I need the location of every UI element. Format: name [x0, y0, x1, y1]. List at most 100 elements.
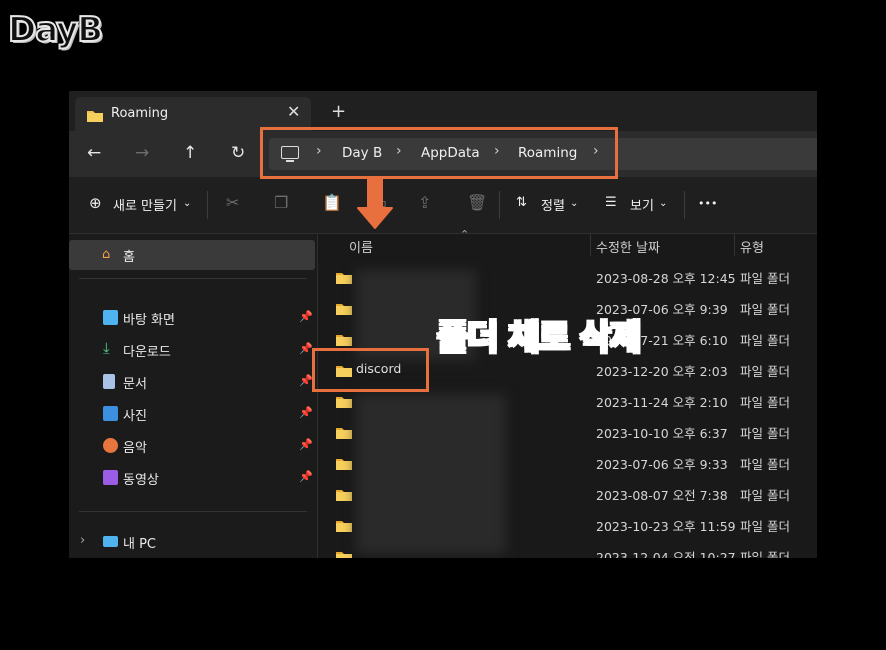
- file-type: 파일 폴더: [740, 488, 790, 503]
- folder-icon: [87, 107, 103, 126]
- sidebar-item-pictures[interactable]: 사진 📌: [69, 400, 315, 430]
- pin-icon[interactable]: 📌: [299, 406, 313, 419]
- video-icon: [103, 470, 118, 485]
- file-date: 2023-08-28 오후 12:45: [596, 271, 736, 286]
- column-header-name[interactable]: 이름: [349, 237, 373, 256]
- divider: [684, 191, 685, 219]
- document-icon: [103, 374, 115, 389]
- pin-icon[interactable]: 📌: [299, 438, 313, 451]
- chevron-right-icon[interactable]: ›: [80, 533, 85, 548]
- file-list: 이름 ⌃ 수정한 날짜 유형 2023-08-28 오후 12:45 파일 폴더 2…: [318, 228, 817, 558]
- file-type: 파일 폴더: [740, 302, 790, 317]
- discord-highlight-box: [312, 348, 429, 392]
- file-date: 2023-10-10 오후 6:37: [596, 426, 728, 441]
- folder-icon: [336, 548, 352, 558]
- share-icon[interactable]: ⇪: [418, 193, 431, 212]
- file-type: 파일 폴더: [740, 364, 790, 379]
- file-type: 파일 폴더: [740, 271, 790, 286]
- sidebar-item-label: 홈: [123, 250, 135, 265]
- sidebar-item-label: 바탕 화면: [123, 313, 175, 328]
- navigation-pane: ⌂ 홈 바탕 화면 📌 ⤓ 다운로드 📌 문서 📌 사진 📌 음악 📌 동영상 …: [69, 234, 318, 558]
- pictures-icon: [103, 406, 118, 421]
- blurred-names: [356, 394, 506, 554]
- chevron-down-icon: ⌄: [570, 198, 579, 209]
- download-icon: ⤓: [103, 339, 110, 357]
- pin-icon[interactable]: 📌: [299, 374, 313, 387]
- sidebar-item-label: 내 PC: [123, 537, 157, 552]
- file-type: 파일 폴더: [740, 395, 790, 410]
- file-date: 2023-11-24 오후 2:10: [596, 395, 728, 410]
- folder-icon: [336, 455, 352, 474]
- close-tab-icon[interactable]: ✕: [287, 102, 300, 121]
- forward-button[interactable]: →: [135, 143, 149, 163]
- divider: [79, 511, 307, 512]
- home-icon: ⌂: [102, 247, 111, 262]
- sidebar-item-music[interactable]: 음악 📌: [69, 432, 315, 462]
- copy-icon[interactable]: ❐: [274, 193, 288, 212]
- pin-icon[interactable]: 📌: [299, 342, 313, 355]
- back-button[interactable]: ←: [87, 143, 101, 163]
- sidebar-item-label: 동영상: [123, 473, 159, 488]
- pin-icon[interactable]: 📌: [299, 470, 313, 483]
- sidebar-item-label: 음악: [123, 441, 147, 456]
- pc-icon: [103, 536, 118, 547]
- chevron-down-icon: ⌄: [659, 198, 668, 209]
- tab-roaming[interactable]: Roaming ✕: [75, 97, 311, 131]
- folder-icon: [336, 300, 352, 319]
- file-date: 2023-12-04 오전 10:27: [596, 550, 736, 558]
- music-icon: [103, 438, 118, 453]
- file-type: 파일 폴더: [740, 550, 790, 558]
- cut-icon[interactable]: ✂: [226, 193, 239, 212]
- sidebar-item-downloads[interactable]: ⤓ 다운로드 📌: [69, 336, 315, 366]
- plus-circle-icon: ⊕: [89, 194, 102, 212]
- address-highlight-box: [260, 127, 618, 179]
- file-type: 파일 폴더: [740, 457, 790, 472]
- folder-icon: [336, 424, 352, 443]
- sidebar-item-videos[interactable]: 동영상 📌: [69, 464, 315, 494]
- file-date: 2023-08-07 오전 7:38: [596, 488, 728, 503]
- file-type: 파일 폴더: [740, 519, 790, 534]
- command-bar: ⊕ 새로 만들기 ⌄ ✂ ❐ 📋 ▭ ⇪ 🗑 ⇅ 정렬 ⌄ ☰ 보기 ⌄ •••: [69, 177, 817, 234]
- paste-icon[interactable]: 📋: [322, 193, 342, 212]
- divider: [79, 278, 307, 279]
- desktop-icon: [103, 310, 118, 325]
- file-date: 2023-10-23 오후 11:59: [596, 519, 736, 534]
- column-divider[interactable]: [734, 234, 735, 256]
- sort-icon: ⇅: [516, 195, 527, 210]
- title-bar: Roaming ✕ +: [69, 91, 817, 131]
- refresh-button[interactable]: ↻: [231, 143, 245, 163]
- sidebar-item-documents[interactable]: 문서 📌: [69, 368, 315, 398]
- sidebar-item-desktop[interactable]: 바탕 화면 📌: [69, 304, 315, 334]
- file-date: 2023-12-20 오후 2:03: [596, 364, 728, 379]
- column-header-date[interactable]: 수정한 날짜: [596, 237, 660, 256]
- pin-icon[interactable]: 📌: [299, 310, 313, 323]
- column-divider[interactable]: [590, 234, 591, 256]
- folder-icon: [336, 517, 352, 536]
- sort-button[interactable]: 정렬: [541, 195, 565, 214]
- divider: [207, 191, 208, 219]
- view-icon: ☰: [605, 195, 617, 210]
- sidebar-item-label: 사진: [123, 409, 147, 424]
- file-type: 파일 폴더: [740, 426, 790, 441]
- more-options-button[interactable]: •••: [698, 197, 717, 210]
- sidebar-item-label: 다운로드: [123, 345, 171, 360]
- arrow-down-icon: [357, 178, 393, 229]
- view-button[interactable]: 보기: [630, 195, 654, 214]
- file-type: 파일 폴더: [740, 333, 790, 348]
- sidebar-item-this-pc[interactable]: › 내 PC: [69, 528, 315, 558]
- folder-icon: [336, 269, 352, 288]
- chevron-down-icon: ⌄: [183, 198, 192, 209]
- delete-icon[interactable]: 🗑: [467, 193, 487, 212]
- folder-icon: [336, 486, 352, 505]
- caption-text: 폴더 채로 삭제: [436, 317, 642, 359]
- new-tab-button[interactable]: +: [331, 101, 346, 122]
- new-button[interactable]: 새로 만들기: [113, 195, 177, 214]
- folder-icon: [336, 393, 352, 412]
- sort-ascending-icon: ⌃: [460, 228, 470, 241]
- tab-title: Roaming: [111, 106, 169, 121]
- up-button[interactable]: ↑: [183, 143, 197, 163]
- sidebar-item-home[interactable]: ⌂ 홈: [69, 240, 315, 270]
- column-header-type[interactable]: 유형: [740, 237, 764, 256]
- sidebar-item-label: 문서: [123, 377, 147, 392]
- logo: DayB: [7, 9, 104, 51]
